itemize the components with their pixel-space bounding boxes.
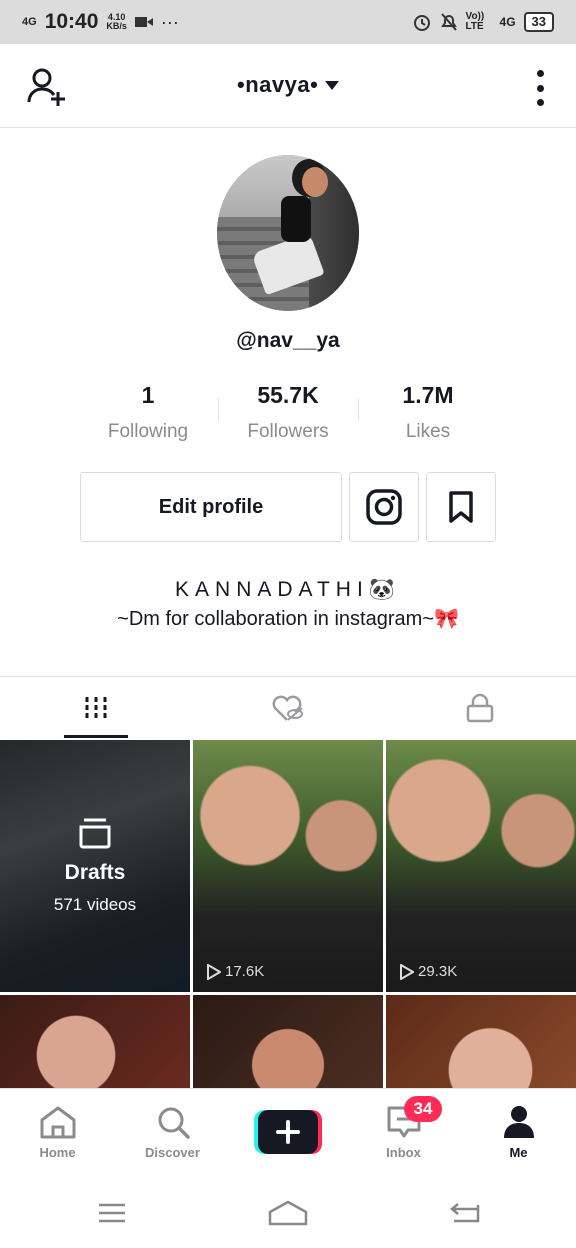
nav-me[interactable]: Me (461, 1089, 576, 1179)
video-thumbnail[interactable] (386, 995, 576, 1088)
stat-value: 1.7M (402, 382, 454, 408)
volte-indicator: Vo)) LTE (465, 11, 485, 32)
instagram-icon (366, 489, 402, 525)
more-vertical-icon[interactable] (534, 70, 546, 106)
nav-label: Me (509, 1145, 528, 1160)
play-icon (400, 963, 414, 980)
network-speed: 4.10 KB/s (106, 12, 127, 31)
nav-inbox[interactable]: Inbox (346, 1089, 461, 1179)
liked-hidden-icon (272, 695, 303, 721)
page-title: •navya• (237, 72, 319, 97)
nav-label: Discover (145, 1145, 200, 1160)
video-grid: Drafts 571 videos 17.6K 29.3K (0, 740, 576, 1088)
system-navigation (0, 1178, 576, 1248)
tab-liked[interactable] (192, 677, 384, 739)
video-camera-icon (134, 17, 153, 27)
bio-line: ~Dm for collaboration in instagram~🎀 (117, 608, 459, 630)
profile-icon (503, 1106, 534, 1138)
nav-discover[interactable]: Discover (115, 1089, 230, 1179)
tab-private[interactable] (384, 677, 576, 739)
menu-icon (99, 1203, 125, 1223)
signal-indicator: 4G (499, 15, 516, 29)
edit-profile-button[interactable]: Edit profile (80, 472, 342, 542)
tab-videos[interactable] (0, 677, 192, 739)
private-lock-icon (466, 693, 494, 723)
video-thumbnail[interactable] (0, 995, 190, 1088)
video-thumbnail[interactable]: 17.6K (193, 740, 383, 992)
stat-followers[interactable]: 55.7K Followers (218, 382, 358, 443)
play-icon (207, 963, 221, 980)
back-icon (450, 1203, 480, 1223)
videos-grid-icon (85, 697, 107, 719)
stat-value: 1 (141, 382, 155, 408)
stat-label: Followers (247, 421, 329, 442)
clock: 10:40 (44, 10, 99, 33)
stat-likes[interactable]: 1.7M Likes (358, 382, 498, 443)
bio-line: KANNADATHI🐼 (175, 578, 401, 601)
back-button[interactable] (444, 1198, 484, 1228)
network-indicator: 4G (22, 16, 37, 28)
drafts-title: Drafts (64, 861, 126, 884)
account-switcher[interactable]: •navya• (0, 72, 576, 98)
stat-label: Likes (405, 421, 451, 442)
view-count: 29.3K (400, 963, 457, 980)
create-button[interactable] (254, 1110, 322, 1154)
bookmark-icon (449, 491, 473, 523)
favorites-button[interactable] (426, 472, 496, 542)
nav-label: Inbox (386, 1145, 421, 1160)
view-count: 17.6K (207, 963, 264, 980)
nav-home[interactable]: Home (0, 1089, 115, 1179)
username: @nav__ya (236, 329, 340, 352)
more-notifications: ··· (160, 11, 179, 32)
alarm-icon (413, 15, 430, 31)
video-thumbnail[interactable]: 29.3K (386, 740, 576, 992)
status-bar: 4G 10:40 4.10 KB/s ··· Vo)) LTE 4G 33 (0, 0, 576, 44)
home-system-button[interactable] (266, 1198, 310, 1228)
battery-indicator: 33 (523, 12, 554, 32)
content-tabs (0, 676, 576, 738)
nav-label: Home (39, 1145, 76, 1160)
video-thumbnail[interactable] (193, 995, 383, 1088)
stat-following[interactable]: 1 Following (78, 382, 218, 443)
avatar[interactable] (217, 155, 359, 311)
caret-down-icon (324, 81, 339, 91)
inbox-badge: 34 (404, 1096, 442, 1122)
drafts-count: 571 videos (53, 895, 137, 914)
drafts-icon (79, 818, 111, 849)
drafts-tile[interactable]: Drafts 571 videos (0, 740, 190, 992)
mute-icon (440, 13, 457, 31)
active-tab-indicator (64, 735, 128, 738)
profile-header: •navya• (0, 44, 576, 128)
system-home-icon (268, 1200, 308, 1226)
instagram-button[interactable] (349, 472, 419, 542)
home-icon (40, 1106, 75, 1139)
stat-label: Following (107, 421, 189, 442)
stat-value: 55.7K (257, 382, 319, 408)
search-icon (158, 1107, 190, 1139)
menu-button[interactable] (92, 1198, 132, 1228)
